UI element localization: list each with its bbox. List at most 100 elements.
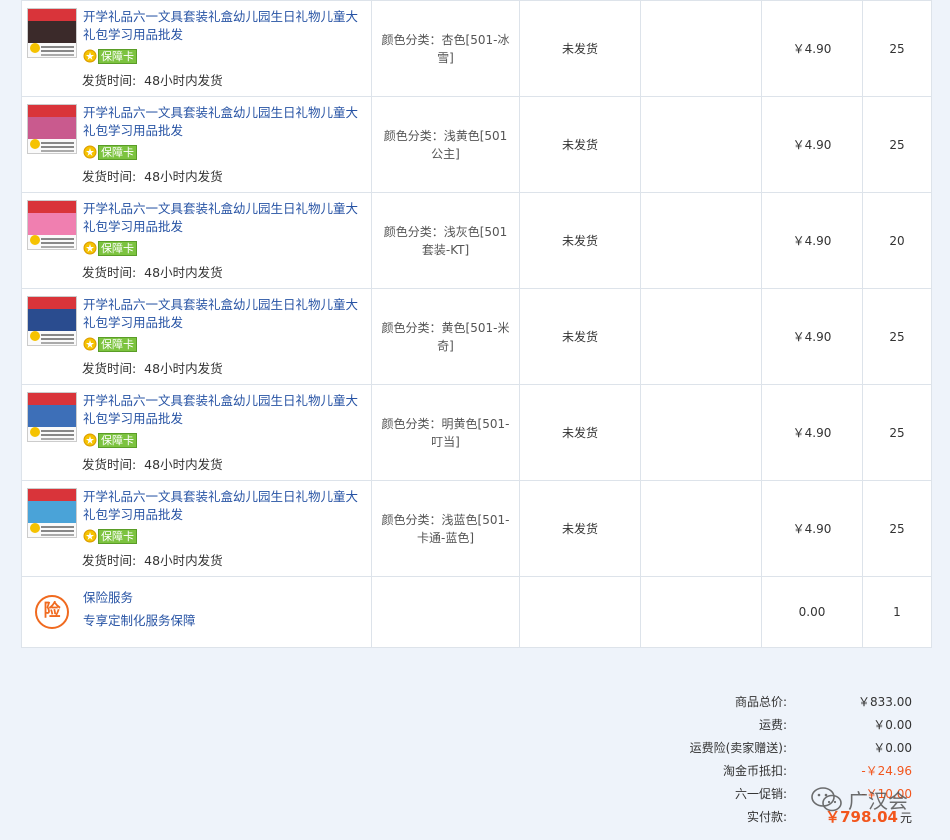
guarantee-badge[interactable]: 保障卡 (83, 240, 137, 256)
empty-cell (640, 0, 762, 97)
insurance-service-subtitle-link[interactable]: 专享定制化服务保障 (83, 610, 196, 629)
status-cell: 未发货 (519, 0, 641, 97)
product-title-link[interactable]: 开学礼品六一文具套装礼盒幼儿园生日礼物儿童大礼包学习用品批发 (83, 488, 368, 524)
price-text: ￥4.90 (792, 42, 832, 56)
thumb-lines (41, 46, 74, 48)
empty-cell (371, 576, 520, 648)
guarantee-badge[interactable]: 保障卡 (83, 336, 137, 352)
product-thumbnail[interactable] (27, 8, 77, 58)
status-text: 未发货 (561, 330, 598, 344)
thumb-lines (41, 334, 74, 336)
status-cell: 未发货 (519, 192, 641, 289)
summary-label: 运费险(卖家赠送): (689, 741, 787, 755)
product-thumbnail[interactable] (27, 392, 77, 442)
guarantee-badge[interactable]: 保障卡 (83, 432, 137, 448)
product-cell: 开学礼品六一文具套装礼盒幼儿园生日礼物儿童大礼包学习用品批发 保障卡 发货时间:… (21, 384, 372, 481)
order-item-row: 开学礼品六一文具套装礼盒幼儿园生日礼物儿童大礼包学习用品批发 保障卡 发货时间:… (21, 0, 932, 97)
thumb-band (28, 213, 76, 235)
thumb-band (28, 405, 76, 427)
qty-cell: 25 (862, 384, 932, 481)
guarantee-label: 保障卡 (98, 528, 137, 544)
summary-value: ￥833.00 (858, 695, 912, 709)
empty-cell (640, 480, 762, 577)
guarantee-badge[interactable]: 保障卡 (83, 144, 137, 160)
insurance-service-link[interactable]: 保险服务 (83, 587, 133, 606)
thumb-band (28, 489, 76, 501)
guarantee-badge[interactable]: 保障卡 (83, 528, 137, 544)
guarantee-icon (83, 49, 97, 63)
empty-cell (640, 96, 762, 193)
qty-cell: 25 (862, 288, 932, 385)
thumb-band (28, 105, 76, 117)
guarantee-label: 保障卡 (98, 144, 137, 160)
wechat-icon (811, 786, 842, 811)
thumb-band (28, 309, 76, 331)
thumb-band (28, 9, 76, 21)
product-thumbnail[interactable] (27, 296, 77, 346)
order-item-row: 开学礼品六一文具套装礼盒幼儿园生日礼物儿童大礼包学习用品批发 保障卡 发货时间:… (21, 192, 932, 289)
guarantee-badge[interactable]: 保障卡 (83, 48, 137, 64)
status-text: 未发货 (561, 234, 598, 248)
sku-cell: 颜色分类：浅灰色[501套装-KT] (371, 192, 520, 289)
ship-time: 发货时间: 48小时内发货 (82, 550, 223, 569)
sku-text: 颜色分类：明黄色[501-叮当] (381, 416, 510, 449)
product-cell: 开学礼品六一文具套装礼盒幼儿园生日礼物儿童大礼包学习用品批发 保障卡 发货时间:… (21, 96, 372, 193)
status-cell: 未发货 (519, 384, 641, 481)
thumb-dot (30, 331, 40, 341)
order-item-row: 开学礼品六一文具套装礼盒幼儿园生日礼物儿童大礼包学习用品批发 保障卡 发货时间:… (21, 480, 932, 577)
product-thumbnail[interactable] (27, 200, 77, 250)
order-items-body: 开学礼品六一文具套装礼盒幼儿园生日礼物儿童大礼包学习用品批发 保障卡 发货时间:… (21, 0, 932, 648)
price-text: ￥4.90 (792, 234, 832, 248)
order-items-table: 开学礼品六一文具套装礼盒幼儿园生日礼物儿童大礼包学习用品批发 保障卡 发货时间:… (21, 0, 932, 648)
summary-label: 运费: (758, 718, 787, 732)
status-cell: 未发货 (519, 480, 641, 577)
guarantee-label: 保障卡 (98, 48, 137, 64)
qty-text: 20 (889, 233, 905, 248)
final-payment-label: 实付款: (746, 810, 787, 824)
empty-cell (640, 192, 762, 289)
ship-time-value: 48小时内发货 (144, 265, 223, 280)
empty-cell (640, 288, 762, 385)
qty-cell: 25 (862, 0, 932, 97)
product-cell: 开学礼品六一文具套装礼盒幼儿园生日礼物儿童大礼包学习用品批发 保障卡 发货时间:… (21, 480, 372, 577)
ship-time-value: 48小时内发货 (144, 73, 223, 88)
thumb-lines (41, 526, 74, 528)
service-cell: 险 保险服务 专享定制化服务保障 (21, 576, 372, 648)
service-qty: 1 (893, 605, 901, 619)
product-cell: 开学礼品六一文具套装礼盒幼儿园生日礼物儿童大礼包学习用品批发 保障卡 发货时间:… (21, 192, 372, 289)
sku-text: 颜色分类：浅蓝色[501-卡通-蓝色] (381, 512, 510, 545)
status-cell: 未发货 (519, 288, 641, 385)
ship-time-value: 48小时内发货 (144, 553, 223, 568)
product-thumbnail[interactable] (27, 488, 77, 538)
product-title-link[interactable]: 开学礼品六一文具套装礼盒幼儿园生日礼物儿童大礼包学习用品批发 (83, 392, 368, 428)
ship-time-label: 发货时间: (82, 265, 137, 280)
product-cell: 开学礼品六一文具套装礼盒幼儿园生日礼物儿童大礼包学习用品批发 保障卡 发货时间:… (21, 288, 372, 385)
status-text: 未发货 (561, 42, 598, 56)
product-title-link[interactable]: 开学礼品六一文具套装礼盒幼儿园生日礼物儿童大礼包学习用品批发 (83, 104, 368, 140)
ship-time: 发货时间: 48小时内发货 (82, 166, 223, 185)
product-title-link[interactable]: 开学礼品六一文具套装礼盒幼儿园生日礼物儿童大礼包学习用品批发 (83, 200, 368, 236)
watermark-text: 广汉会 (848, 789, 908, 813)
product-title-link[interactable]: 开学礼品六一文具套装礼盒幼儿园生日礼物儿童大礼包学习用品批发 (83, 296, 368, 332)
thumb-band (28, 201, 76, 213)
product-title-link[interactable]: 开学礼品六一文具套装礼盒幼儿园生日礼物儿童大礼包学习用品批发 (83, 8, 368, 44)
thumb-dot (30, 43, 40, 53)
qty-cell: 25 (862, 480, 932, 577)
qty-text: 25 (889, 521, 905, 536)
summary-value: ￥0.00 (873, 741, 912, 755)
summary-value: -￥24.96 (861, 764, 912, 778)
thumb-lines (41, 430, 74, 432)
guarantee-label: 保障卡 (98, 432, 137, 448)
ship-time: 发货时间: 48小时内发货 (82, 358, 223, 377)
sku-text: 颜色分类：杏色[501-冰雪] (381, 32, 510, 65)
guarantee-icon (83, 433, 97, 447)
product-thumbnail[interactable] (27, 104, 77, 154)
qty-text: 25 (889, 329, 905, 344)
summary-value: ￥0.00 (873, 718, 912, 732)
summary-row: 运费险(卖家赠送): ￥0.00 (640, 736, 920, 759)
sku-cell: 颜色分类：黄色[501-米奇] (371, 288, 520, 385)
ship-time-label: 发货时间: (82, 73, 137, 88)
guarantee-label: 保障卡 (98, 336, 137, 352)
thumb-dot (30, 523, 40, 533)
ship-time-value: 48小时内发货 (144, 457, 223, 472)
